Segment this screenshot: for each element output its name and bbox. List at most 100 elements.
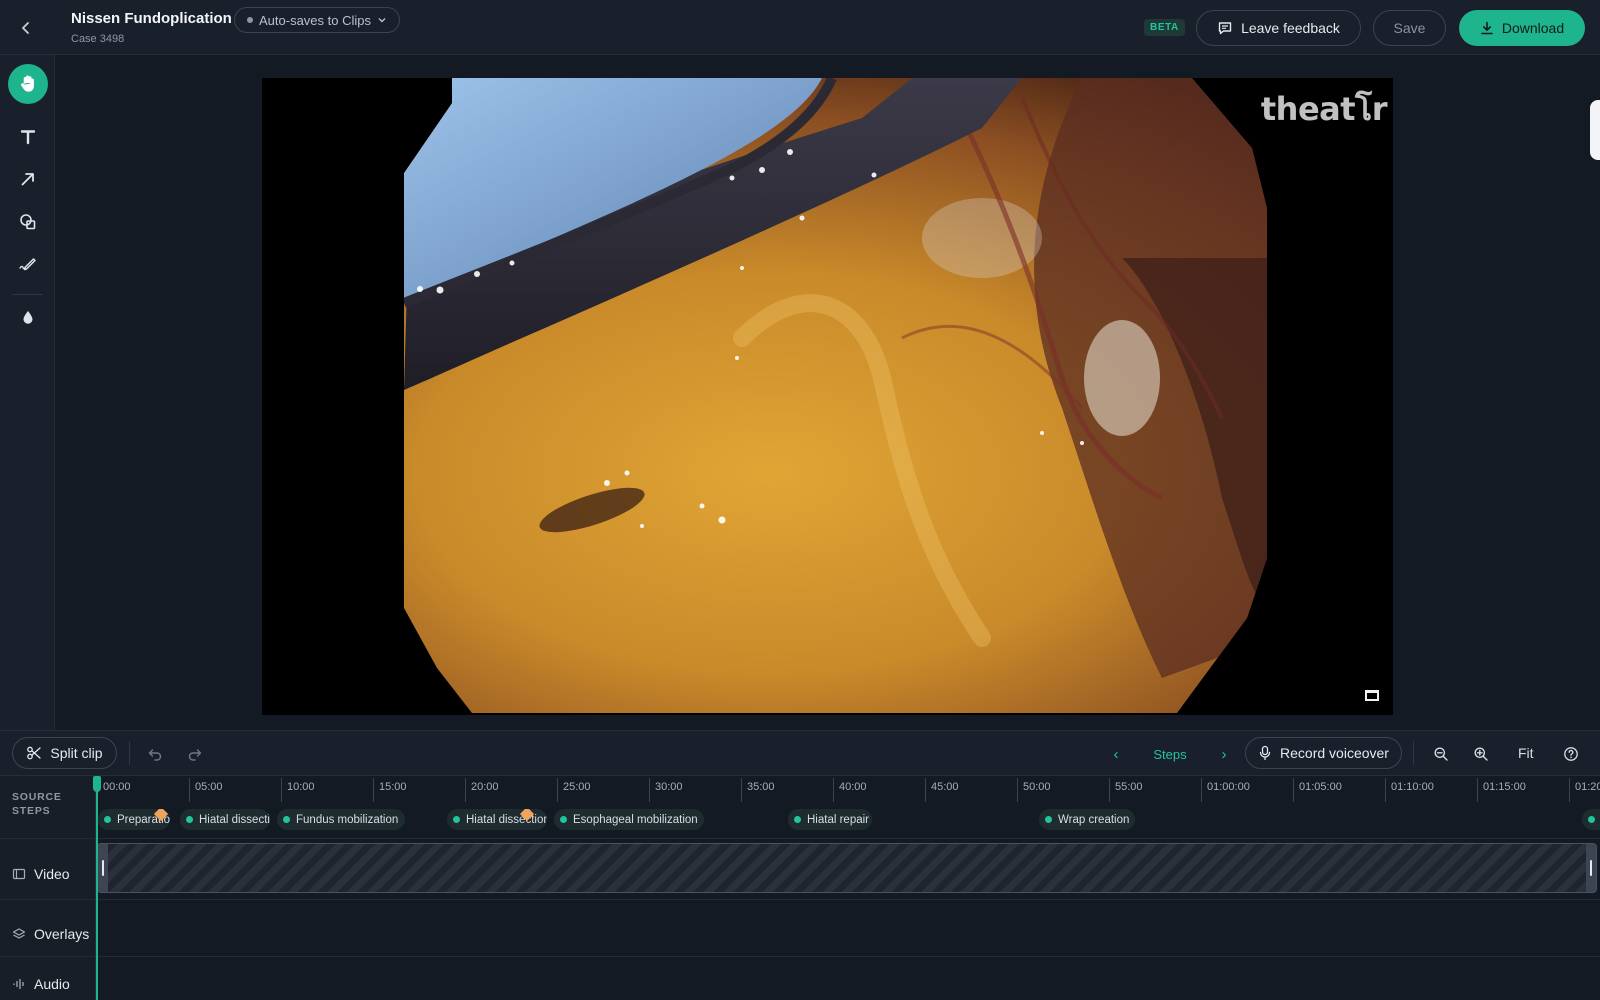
fit-button[interactable]: Fit — [1518, 745, 1534, 761]
ruler-tick: 01:00:00 — [1201, 778, 1250, 802]
clip-trim-handle-right[interactable] — [1586, 844, 1596, 892]
step-dot-icon — [1588, 816, 1595, 823]
tool-rail — [0, 55, 55, 730]
download-label: Download — [1501, 20, 1565, 36]
video-player[interactable]: theatโr — [262, 78, 1393, 715]
save-button[interactable]: Save — [1373, 10, 1446, 46]
playhead-handle[interactable] — [93, 776, 101, 792]
step-label: Wrap creation — [1058, 813, 1130, 826]
video-clip[interactable] — [97, 843, 1597, 893]
arrow-icon — [21, 173, 34, 186]
draw-tool-button[interactable] — [8, 244, 48, 284]
ruler-tick: 35:00 — [741, 778, 775, 802]
record-voiceover-button[interactable]: Record voiceover — [1245, 737, 1402, 769]
row-divider — [0, 838, 1600, 839]
side-panel-handle[interactable] — [1590, 100, 1600, 160]
audio-track-name: Audio — [34, 976, 70, 992]
zoom-in-button[interactable] — [1469, 742, 1493, 766]
zoom-out-icon — [1434, 747, 1448, 761]
case-label: Case 3498 — [71, 33, 125, 45]
ruler-tick: 30:00 — [649, 778, 683, 802]
step-label: Hiatal repair — [807, 813, 869, 826]
ruler-tick: 05:00 — [189, 778, 223, 802]
beta-badge: BETA — [1144, 19, 1185, 36]
step-chip[interactable]: Fundus mobilization — [277, 809, 405, 830]
hand-tool-button[interactable] — [8, 64, 48, 104]
undo-button[interactable] — [143, 742, 167, 766]
ruler-tick: 01:15:00 — [1477, 778, 1526, 802]
step-dot-icon — [283, 816, 290, 823]
next-step-button[interactable]: › — [1213, 746, 1235, 763]
toolbar-separator — [129, 741, 130, 765]
track-labels: SOURCE STEPS Video Overlays Audio — [0, 776, 96, 1000]
top-bar: Nissen Fundoplication Case 3498 Auto-sav… — [0, 0, 1600, 55]
step-chip[interactable]: Hiatal dissection — [180, 809, 270, 830]
ruler-tick: 55:00 — [1109, 778, 1143, 802]
step-label: Fundus mobilization — [296, 813, 399, 826]
chevron-down-icon — [378, 18, 386, 23]
help-button[interactable] — [1559, 742, 1583, 766]
leave-feedback-button[interactable]: Leave feedback — [1196, 10, 1361, 46]
autosave-label: Auto-saves to Clips — [259, 12, 371, 28]
step-label: Hiatal dissection — [199, 813, 270, 826]
step-dot-icon — [794, 816, 801, 823]
ruler-tick: 25:00 — [557, 778, 591, 802]
drop-icon — [23, 311, 33, 324]
ruler-tick: 10:00 — [281, 778, 315, 802]
text-tool-button[interactable] — [8, 117, 48, 157]
fullscreen-button[interactable] — [1365, 690, 1379, 701]
timeline-toolbar: Split clip ‹ Steps › Record voiceover Fi… — [0, 730, 1600, 776]
scissors-icon — [27, 746, 42, 760]
ruler-tick: 20:00 — [465, 778, 499, 802]
source-steps-row: Preparation Hiatal dissection Fundus mob… — [97, 809, 1600, 835]
video-track-label: Video — [12, 866, 70, 882]
blur-tool-button[interactable] — [8, 297, 48, 337]
step-chip[interactable]: Wrap creation — [1039, 809, 1135, 830]
row-divider — [0, 956, 1600, 957]
step-chip[interactable]: Hiatal repair — [788, 809, 872, 830]
redo-button[interactable] — [183, 742, 207, 766]
step-dot-icon — [560, 816, 567, 823]
zoom-in-icon — [1474, 747, 1488, 761]
ruler-tick: 00:00 — [97, 778, 131, 802]
split-clip-button[interactable]: Split clip — [12, 737, 117, 769]
previous-step-button[interactable]: ‹ — [1105, 746, 1127, 763]
autosave-dropdown[interactable]: Auto-saves to Clips — [234, 7, 400, 33]
chat-bubble-icon — [1218, 22, 1232, 35]
overlays-track-label: Overlays — [12, 926, 89, 942]
zoom-out-button[interactable] — [1429, 742, 1453, 766]
playhead — [96, 776, 98, 1000]
arrow-tool-button[interactable] — [8, 159, 48, 199]
step-dot-icon — [453, 816, 460, 823]
steps-label: Steps — [1153, 746, 1187, 762]
row-divider — [0, 899, 1600, 900]
step-chip[interactable] — [1582, 809, 1600, 830]
time-ruler[interactable]: 00:00 05:00 10:00 15:00 20:00 25:00 30:0… — [97, 776, 1600, 804]
ruler-tick: 15:00 — [373, 778, 407, 802]
ruler-tick: 01:20:00 — [1569, 778, 1600, 802]
step-label: Esophageal mobilization — [573, 813, 698, 826]
shapes-icon — [20, 214, 36, 230]
clip-trim-handle-left[interactable] — [98, 844, 108, 892]
film-icon — [12, 868, 26, 880]
record-voiceover-label: Record voiceover — [1280, 745, 1389, 761]
back-button[interactable] — [14, 16, 38, 40]
ruler-tick: 01:05:00 — [1293, 778, 1342, 802]
undo-icon — [148, 749, 162, 761]
step-dot-icon — [1045, 816, 1052, 823]
ruler-tick: 50:00 — [1017, 778, 1051, 802]
step-dot-icon — [186, 816, 193, 823]
step-chip[interactable]: Esophageal mobilization — [554, 809, 704, 830]
download-button[interactable]: Download — [1459, 10, 1585, 46]
shapes-tool-button[interactable] — [8, 202, 48, 242]
steps-navigator: ‹ Steps › — [1105, 742, 1235, 766]
ruler-tick: 45:00 — [925, 778, 959, 802]
step-label: Hiatal dissection — [466, 813, 547, 826]
ruler-tick: 01:10:00 — [1385, 778, 1434, 802]
help-icon — [1564, 747, 1578, 761]
overlays-track-name: Overlays — [34, 926, 90, 942]
theator-watermark: theatโr — [1260, 90, 1388, 128]
tool-separator — [12, 294, 43, 295]
download-icon — [1481, 21, 1493, 35]
toolbar-separator — [1413, 741, 1414, 765]
